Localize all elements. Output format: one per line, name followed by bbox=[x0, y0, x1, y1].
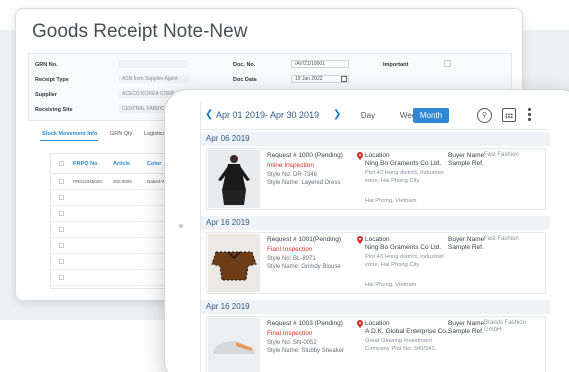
location-city: Hai Phong, Vietnam bbox=[365, 282, 417, 288]
carousel-dot[interactable] bbox=[179, 224, 183, 228]
sample-ref-label: Sample Ref. bbox=[448, 328, 484, 335]
date-range: Apr 01 2019- Apr 30 2019 bbox=[216, 110, 320, 120]
receipt-type-label: Receipt Type bbox=[35, 77, 69, 83]
date-group-header: Apr 06 2019 bbox=[201, 132, 550, 146]
inspection-card[interactable]: Request # 1003 (Pending) Final Inspectio… bbox=[206, 316, 546, 372]
row-checkbox[interactable] bbox=[59, 195, 64, 200]
location-pin-icon bbox=[357, 236, 363, 244]
buyer-name: Fast Fashion bbox=[484, 152, 519, 158]
location-address: Plot 43 Hong district, Industriel zone, … bbox=[365, 170, 444, 184]
location-pin-icon bbox=[357, 152, 363, 160]
location-city: Hai Phong, Vietnam bbox=[365, 198, 417, 204]
col-prpo-no[interactable]: PRPO No bbox=[73, 161, 97, 167]
inspection-type: Fianl Inspection bbox=[267, 246, 313, 253]
style-name: Style Name: Grimdy Blouse bbox=[267, 264, 341, 270]
search-icon[interactable]: ⚲ bbox=[477, 108, 492, 123]
style-number: Style No: DR-7346 bbox=[267, 172, 318, 178]
chevron-left-icon[interactable]: ❮ bbox=[205, 109, 213, 120]
style-name: Style Name: Stubby Sneaker bbox=[267, 348, 345, 354]
doc-no-field[interactable]: /AV/21/10001 bbox=[291, 60, 349, 68]
row-checkbox[interactable] bbox=[59, 259, 64, 264]
style-number: Style No: BL-8971 bbox=[267, 256, 316, 262]
inspection-type: Final Inspection bbox=[267, 330, 313, 337]
product-image bbox=[208, 234, 260, 292]
screenshot-stage: Goods Receipt Note-New GRN No. Receipt T… bbox=[0, 0, 569, 372]
date-group-header: Apr 16 2019 bbox=[201, 216, 550, 230]
row-checkbox[interactable] bbox=[59, 275, 64, 280]
location-pin-icon bbox=[357, 320, 363, 328]
style-name: Style Name: Layered Dress bbox=[267, 180, 341, 186]
location-label: Location bbox=[365, 236, 390, 243]
receiving-site-label: Receiving Site bbox=[35, 107, 73, 113]
active-tab-underline bbox=[40, 140, 98, 141]
buyer-name: Fast Fashion bbox=[484, 236, 519, 242]
tab-grn-qty[interactable]: GRN Qty bbox=[110, 131, 132, 137]
row-checkbox[interactable] bbox=[59, 227, 64, 232]
row-checkbox[interactable] bbox=[59, 211, 64, 216]
location-name: Ning Bo Graments Co Ltd. bbox=[365, 244, 442, 251]
buyer-label: Buyer Name bbox=[448, 152, 485, 159]
product-image bbox=[208, 318, 260, 372]
sample-ref-label: Sample Ref. bbox=[448, 160, 484, 167]
location-name: A.D.K. Global Enterprise Co... bbox=[365, 328, 452, 335]
tablet-device: ❮ Apr 01 2019- Apr 30 2019 ❯ Day Week Mo… bbox=[164, 89, 569, 372]
view-month-button[interactable]: Month bbox=[413, 108, 449, 123]
style-number: Style No: SN-0052 bbox=[267, 340, 317, 346]
view-day-button[interactable]: Day bbox=[351, 108, 385, 123]
cell-article: 300.0000 bbox=[113, 179, 132, 184]
grn-no-label: GRN No. bbox=[35, 62, 58, 68]
page-title: Goods Receipt Note-New bbox=[32, 21, 248, 42]
calendar-toolbar: ❮ Apr 01 2019- Apr 30 2019 ❯ Day Week Mo… bbox=[201, 102, 550, 130]
buyer-label: Buyer Name bbox=[448, 236, 485, 243]
tab-logistics[interactable]: Logistics bbox=[144, 131, 165, 137]
location-name: Ning Bo Graments Co Ltd. bbox=[365, 160, 442, 167]
doc-date-label: Doc Date bbox=[233, 77, 257, 83]
row-checkbox[interactable] bbox=[59, 179, 64, 184]
buyer-name: Brands Fashion GmbH bbox=[484, 320, 527, 333]
chevron-right-icon[interactable]: ❯ bbox=[333, 109, 341, 120]
more-options-icon[interactable] bbox=[528, 108, 532, 122]
important-label: Important bbox=[383, 62, 409, 68]
location-address: Great Glowing Investment Company Plot No… bbox=[365, 338, 437, 352]
request-number: Request # 1000 (Pending) bbox=[267, 152, 343, 159]
request-number: Request # 1001(Pending) bbox=[267, 236, 342, 243]
date-group-header: Apr 16 2019 bbox=[201, 300, 550, 314]
inspection-card[interactable]: Request # 1000 (Pending) Inline Inspecti… bbox=[206, 148, 546, 210]
receipt-type-select[interactable]: ASN from Supplier Agent bbox=[119, 75, 189, 83]
location-label: Location bbox=[365, 320, 390, 327]
inspection-calendar-screen: ❮ Apr 01 2019- Apr 30 2019 ❯ Day Week Mo… bbox=[200, 102, 550, 372]
row-checkbox[interactable] bbox=[59, 243, 64, 248]
col-color[interactable]: Color bbox=[147, 161, 161, 167]
request-number: Request # 1003 (Pending) bbox=[267, 320, 343, 327]
calendar-icon[interactable] bbox=[341, 76, 347, 82]
supplier-label: Supplier bbox=[35, 92, 58, 98]
cell-prpo-no: PR012345020 bbox=[73, 179, 102, 184]
important-checkbox[interactable] bbox=[444, 60, 451, 67]
tab-stock-movement-info[interactable]: Stock Movement Info bbox=[42, 131, 97, 137]
sample-ref-label: Sample Ref. bbox=[448, 244, 484, 251]
buyer-label: Buyer Name bbox=[448, 320, 485, 327]
grn-no-field[interactable] bbox=[119, 60, 189, 68]
product-image bbox=[208, 150, 260, 208]
inspection-card[interactable]: Request # 1001(Pending) Fianl Inspection… bbox=[206, 232, 546, 294]
location-address: Plot 43 Hong district, Industriel zone, … bbox=[365, 254, 444, 268]
inspection-type: Inline Inspection bbox=[267, 162, 314, 169]
location-label: Location bbox=[365, 152, 390, 159]
select-all-checkbox[interactable] bbox=[59, 161, 64, 166]
calendar-grid-dots bbox=[505, 113, 513, 119]
calendar-grid-icon[interactable] bbox=[502, 108, 516, 122]
doc-no-label: Doc. No. bbox=[233, 62, 256, 68]
col-article[interactable]: Article bbox=[113, 161, 130, 167]
